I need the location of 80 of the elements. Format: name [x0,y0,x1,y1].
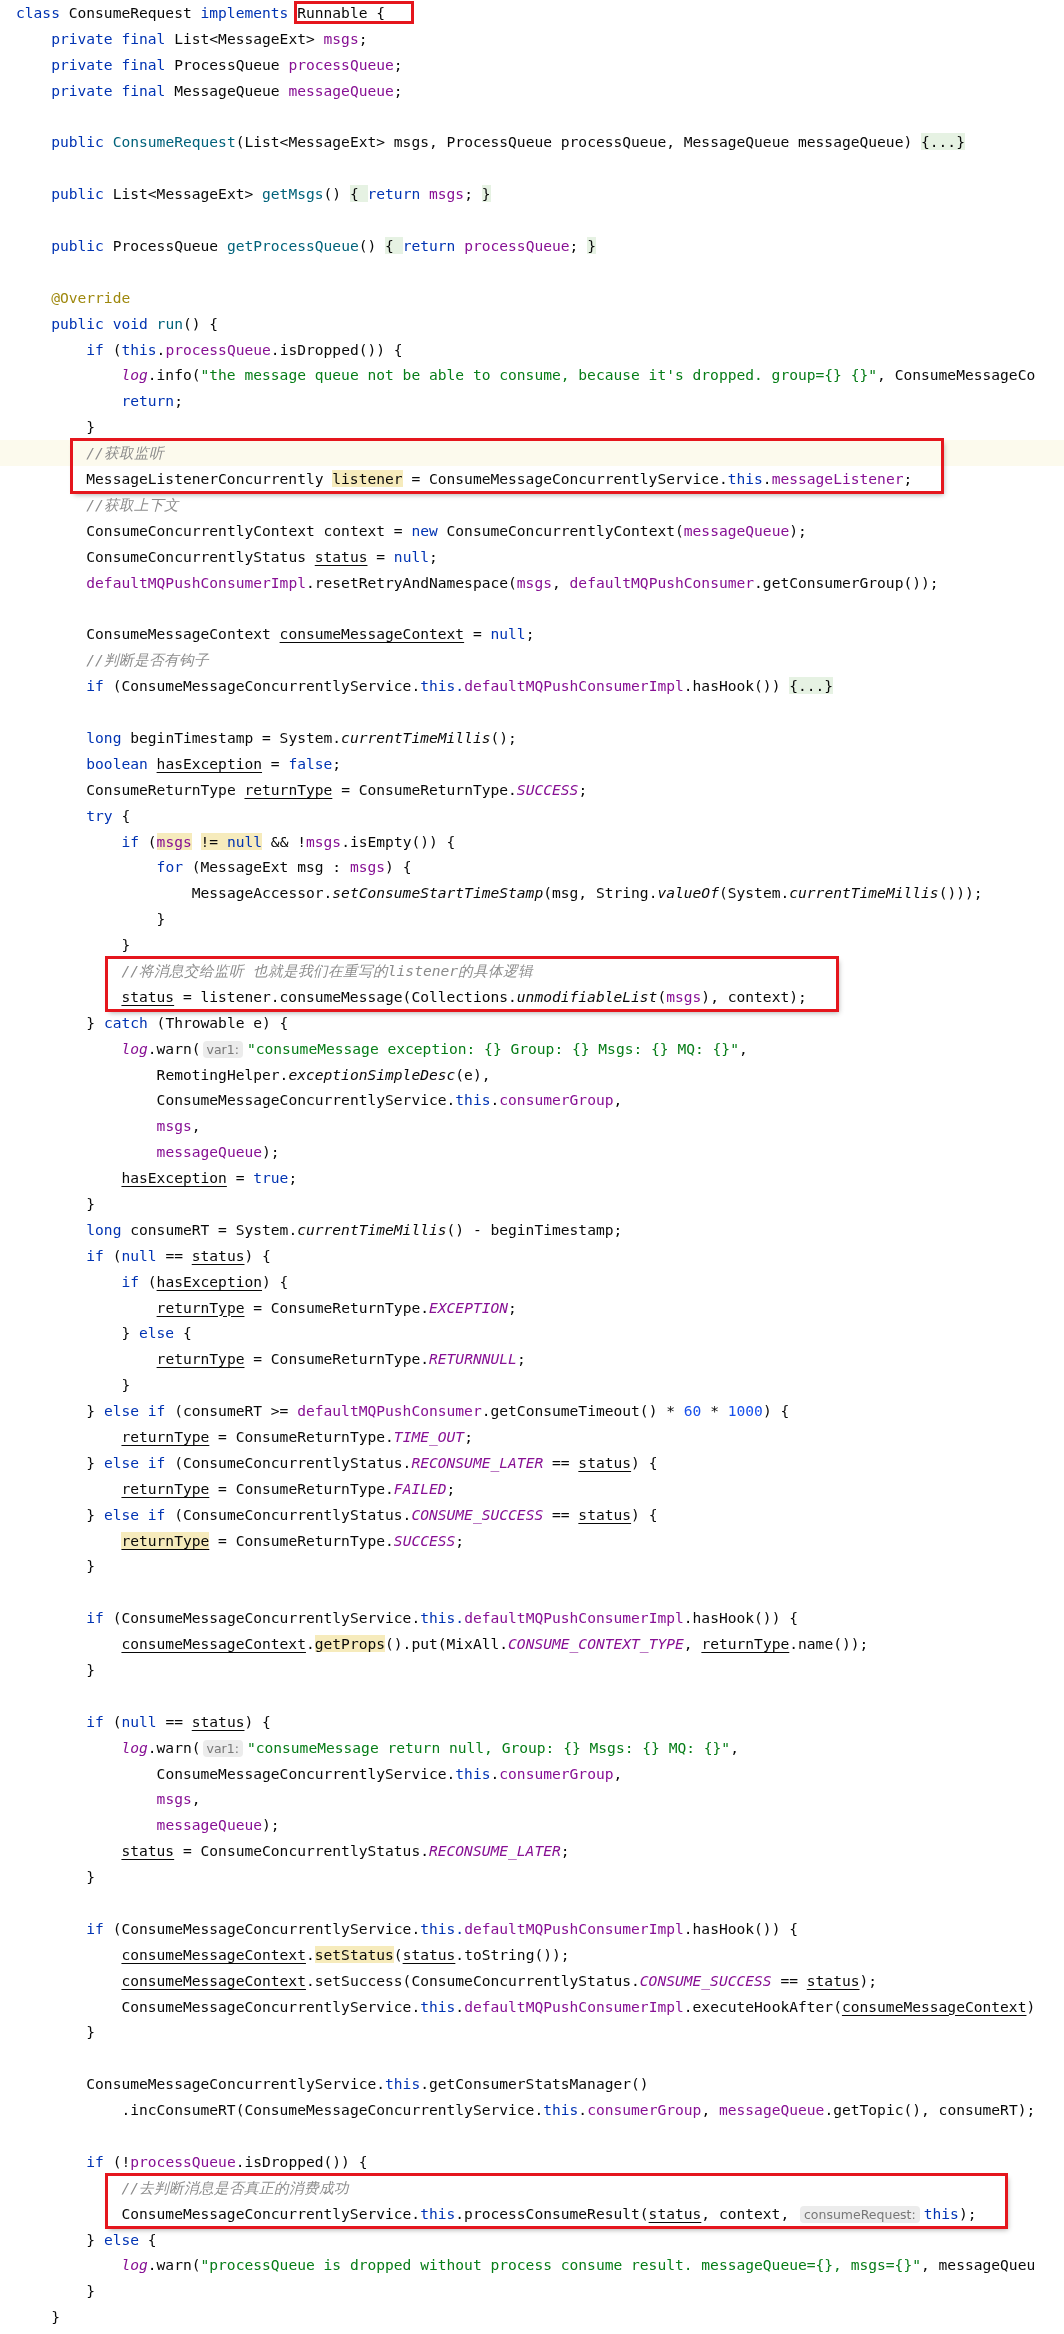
code-line: } [155,910,166,928]
code-line: if (!processQueue.isDropped()) { [85,2152,368,2170]
code-line: } [120,1376,131,1394]
code-line: //获取上下文 [85,495,179,513]
code-line: //将消息交给监听 也就是我们在重写的listener的具体逻辑 [121,961,534,979]
code-line: messageQueue); [155,1816,280,1834]
code-line: } [85,2023,96,2041]
code-line: .incConsumeRT(ConsumeMessageConcurrentlyService.this.consumerGroup, messageQueue.getTopic(), consumeRT); [120,2101,1036,2119]
code-line: //获取监听 [86,444,164,462]
code-line: ConsumeMessageConcurrentlyService.this.consumerGroup, [155,1764,623,1782]
code-line: private final MessageQueue messageQueue; [50,81,403,99]
code-line: returnType = ConsumeReturnType.EXCEPTION; [155,1298,517,1316]
code-line: private final ProcessQueue processQueue; [50,55,403,73]
code-line: MessageListenerConcurrently listener = ConsumeMessageConcurrentlyService.this.messageListener; [86,470,913,488]
code-line: consumeMessageContext.setStatus(status.toString()); [120,1945,570,1963]
code-line: if (null == status) { [85,1712,271,1730]
code-line: } [85,1661,96,1678]
code-line: consumeMessageContext.getProps().put(MixAll.CONSUME_CONTEXT_TYPE, returnType.name()); [120,1635,869,1653]
code-line: } catch (Throwable e) { [85,1013,289,1031]
code-line: } else { [120,1324,192,1342]
code-line: //判断是否有钩子 [85,651,209,669]
code-line: //去判断消息是否真正的消费成功 [121,2178,349,2196]
code-line: if (msgs != null && !msgs.isEmpty()) { [120,832,456,850]
code-line: boolean hasException = false; [85,754,342,772]
code-line: ConsumeReturnType returnType = ConsumeReturnType.SUCCESS; [85,780,588,798]
code-line: consumeMessageContext.setSuccess(ConsumeConcurrentlyStatus.CONSUME_SUCCESS == status); [120,1971,878,1989]
code-line: class ConsumeRequest implements [16,4,290,21]
code-line: status = listener.consumeMessage(Collections.unmodifiableList(msgs), context); [121,987,807,1005]
code-line: defaultMQPushConsumerImpl.resetRetryAndNamespace(msgs, defaultMQPushConsumer.getConsumerGroup()); [85,573,939,591]
code-line: ConsumeMessageConcurrentlyService.this.consumerGroup, [155,1091,623,1109]
code-line: } [85,1868,96,1886]
code-line: msgs, [155,1790,201,1808]
code-line: } [120,936,131,954]
code-line: ConsumeMessageContext consumeMessageContext = null; [85,625,535,643]
code-line: returnType = ConsumeReturnType.TIME_OUT; [120,1428,473,1445]
code-line: } else if (ConsumeConcurrentlyStatus.CONSUME_SUCCESS == status) { [85,1505,658,1523]
code-line: if (ConsumeMessageConcurrentlyService.this.defaultMQPushConsumerImpl.hasHook()) {...} [85,677,834,695]
code-line: long consumeRT = System.currentTimeMillis() - beginTimestamp; [85,1220,623,1238]
code-line: @Override [50,288,131,306]
code-line: log.warn( var1: "consumeMessage exception: {} Group: {} Msgs: {} MQ: {}", [120,1039,748,1057]
code-line: msgs, [155,1117,201,1135]
code-line: } [85,2282,96,2300]
code-line: } [50,2308,60,2326]
boxed-code: Runnable { [297,4,412,21]
code-line: long beginTimestamp = System.currentTimeMillis(); [85,728,517,746]
code-line: } [85,1557,96,1575]
code-line: if (this.processQueue.isDropped()) { [85,340,403,358]
code-line: if (hasException) { [120,1272,289,1290]
code-line: try { [85,806,131,824]
code-line: ConsumeConcurrentlyContext context = new ConsumeConcurrentlyContext(messageQueue); [85,521,807,539]
code-line: returnType = ConsumeReturnType.SUCCESS; [120,1531,465,1549]
code-line: if (ConsumeMessageConcurrentlyService.this.defaultMQPushConsumerImpl.hasHook()) { [85,1919,798,1937]
code-line: public ProcessQueue getProcessQueue() { return processQueue; } [50,237,596,254]
code-line: if (null == status) { [85,1246,271,1264]
code-line: } [85,418,96,436]
code-line: RemotingHelper.exceptionSimpleDesc(e), [155,1065,491,1083]
code-line: } else if (consumeRT >= defaultMQPushConsumer.getConsumeTimeout() * 60 * 1000) { [85,1402,790,1420]
code-line: } else if (ConsumeConcurrentlyStatus.RECONSUME_LATER == status) { [85,1453,658,1471]
code-line: log.warn("processQueue is dropped without process consume result. messageQueue={}, msgs={}", messageQueu [120,2256,1036,2274]
code-line: return; [120,392,183,410]
code-line: } else { [85,2230,157,2248]
code-line: public ConsumeRequest(List<MessageExt> msgs, ProcessQueue processQueue, MessageQueue messageQueue) {...} [50,133,965,151]
code-line: for (MessageExt msg : msgs) { [155,858,412,876]
code-line: ConsumeConcurrentlyStatus status = null; [85,547,438,565]
code-line: returnType = ConsumeReturnType.FAILED; [120,1479,456,1497]
code-line: log.warn( var1: "consumeMessage return null, Group: {} Msgs: {} MQ: {}", [120,1738,739,1756]
code-line: MessageAccessor.setConsumeStartTimeStamp(msg, String.valueOf(System.currentTimeMillis())); [190,884,983,902]
code-line: ConsumeMessageConcurrentlyService.this.getConsumerStatsManager() [85,2075,649,2093]
code-line: if (ConsumeMessageConcurrentlyService.this.defaultMQPushConsumerImpl.hasHook()) { [85,1609,798,1627]
code-line: status = ConsumeConcurrentlyStatus.RECONSUME_LATER; [120,1842,570,1860]
code-line: log.info("the message queue not be able to consume, because it's dropped. group={} {}", ConsumeMessageCo [120,366,1036,384]
code-line: ConsumeMessageConcurrentlyService.this.defaultMQPushConsumerImpl.executeHookAfter(consumeMessageContext) [120,1997,1036,2015]
code-line: private final List<MessageExt> msgs; [50,29,368,47]
code-line: public void run() { [50,314,219,332]
code-line: returnType = ConsumeReturnType.RETURNNULL; [155,1350,526,1368]
code-line: messageQueue); [155,1143,280,1161]
code-line: } [85,1194,96,1212]
code-line: public List<MessageExt> getMsgs() { return msgs; } [50,185,491,203]
code-line: hasException = true; [120,1169,298,1187]
code-line: ConsumeMessageConcurrentlyService.this.processConsumeResult(status, context, consumeRequest: this); [121,2204,977,2222]
